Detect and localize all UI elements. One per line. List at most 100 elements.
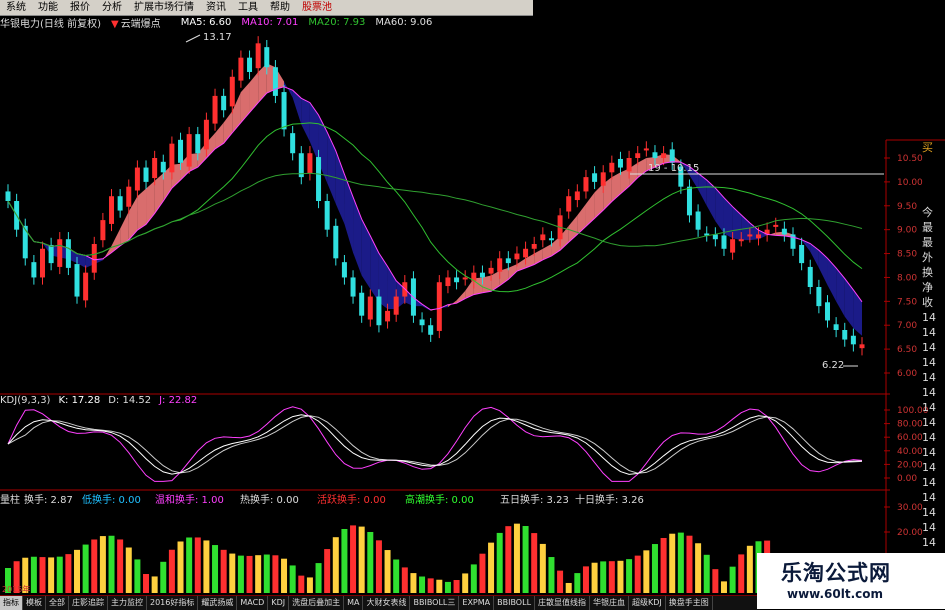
panel-row: 14 <box>922 506 936 519</box>
menu-system[interactable]: 系统 <box>0 0 32 15</box>
tab-13[interactable]: EXPMA <box>459 596 495 610</box>
panel-row: 最 <box>922 236 933 249</box>
cloud-segment <box>827 258 837 302</box>
volume-bar <box>108 535 115 593</box>
tab-1[interactable]: 模板 <box>23 596 46 610</box>
candle-body <box>100 220 106 241</box>
volume-bar <box>427 578 434 593</box>
volume-bar <box>505 526 512 593</box>
menu-news[interactable]: 资讯 <box>200 0 232 15</box>
price-annotations: 13.17 6.22 19 - 10.15 <box>185 32 884 371</box>
panel-row: 14 <box>922 401 936 414</box>
cloud-segment <box>249 72 259 113</box>
candle-body <box>850 335 856 345</box>
volume-bar <box>298 575 305 593</box>
tab-9[interactable]: 洗盘后叠加主 <box>289 596 345 610</box>
candle-body <box>747 234 753 237</box>
ma20-value: MA20: 7.93 <box>308 16 366 28</box>
tab-5[interactable]: 2016好指标 <box>147 596 199 610</box>
volume-bar <box>315 563 322 593</box>
tab-14[interactable]: BBIBOLL <box>494 596 536 610</box>
tab-18[interactable]: 换盘手主图 <box>666 596 713 610</box>
tab-12[interactable]: BBIBOLL三 <box>410 596 460 610</box>
tab-17[interactable]: 超级KDJ <box>629 596 666 610</box>
candle-body <box>807 266 813 287</box>
tab-0[interactable]: 指标 <box>0 596 23 610</box>
menu-extended-market[interactable]: 扩展市场行情 <box>128 0 200 15</box>
vol-legend-6: 高潮换手: 0.00 <box>405 495 474 506</box>
candle-body <box>617 158 623 168</box>
candle-body <box>367 296 373 320</box>
menu-stock-pool[interactable]: 股票池 <box>296 0 338 15</box>
price-tick-label: 8.50 <box>897 250 917 260</box>
volume-bar <box>660 537 667 593</box>
candle-body <box>738 239 744 242</box>
tab-6[interactable]: 耀武扬威 <box>198 596 238 610</box>
tab-11[interactable]: 大财女表线 <box>363 596 411 610</box>
volume-bar <box>367 531 374 593</box>
volume-bar <box>91 539 98 593</box>
menu-function[interactable]: 功能 <box>32 0 64 15</box>
price-tick-label: 10.00 <box>897 178 923 188</box>
vol-tick-label: 30.00 <box>897 503 923 513</box>
menu-analysis[interactable]: 分析 <box>96 0 128 15</box>
tab-4[interactable]: 主力监控 <box>108 596 147 610</box>
price-tick-label: 10.50 <box>897 154 923 164</box>
candle-body <box>574 191 580 201</box>
candle-body <box>730 239 736 253</box>
tab-10[interactable]: MA <box>344 596 364 610</box>
moving-averages <box>7 86 863 311</box>
formula-tabs: 指标 模板 全部 庄影追踪 主力监控 2016好指标 耀武扬威 MACD KDJ 洗盘后叠加主 MA… <box>0 595 760 610</box>
volume-bar <box>651 544 658 593</box>
tab-8[interactable]: KDJ <box>268 596 290 610</box>
volume-bar <box>479 553 486 593</box>
candle-body <box>479 272 485 278</box>
panel-row: 14 <box>922 341 936 354</box>
candle-body <box>686 186 692 216</box>
tab-16[interactable]: 华银庄血 <box>590 596 630 610</box>
panel-row: 买 <box>922 141 933 154</box>
indicator-label: ▼ 云端爆点 <box>111 15 171 30</box>
volume-bar <box>255 555 262 593</box>
candle-body <box>203 119 209 150</box>
candle-body <box>341 262 347 278</box>
volume-bar <box>557 570 564 593</box>
volume-bar <box>151 576 158 593</box>
volume-bar <box>263 554 270 593</box>
volume-bar <box>99 536 106 593</box>
candle-body <box>238 57 244 81</box>
candle-body <box>781 228 787 235</box>
volume-bar <box>237 555 244 593</box>
volume-legend: 量柱 换手: 2.87 低换手: 0.00 温和换手: 1.00 热换手: 0.… <box>0 491 883 506</box>
menu-help[interactable]: 帮助 <box>264 0 296 15</box>
menu-quote[interactable]: 报价 <box>64 0 96 15</box>
candle-body <box>281 92 287 130</box>
tab-2[interactable]: 全部 <box>46 596 69 610</box>
candle-body <box>514 253 520 260</box>
cloud-segment <box>137 188 147 231</box>
candle-body <box>669 149 675 163</box>
candle-body <box>773 224 779 227</box>
vol-legend-7: 五日换手: 3.23 <box>500 495 569 506</box>
tab-15[interactable]: 庄散显值线指 <box>535 596 591 610</box>
candle-body <box>221 95 227 111</box>
candle-body <box>350 277 356 297</box>
candle-body <box>195 134 201 154</box>
cloud-segment <box>146 180 155 225</box>
volume-bar <box>548 557 555 593</box>
volume-bar <box>410 573 417 593</box>
candle-body <box>842 330 848 340</box>
panel-row: 14 <box>922 536 936 549</box>
volume-bar <box>419 576 426 593</box>
panel-row: 14 <box>922 476 936 489</box>
tab-7[interactable]: MACD <box>237 596 269 610</box>
price-tick-label: 7.50 <box>897 297 917 307</box>
menu-tools[interactable]: 工具 <box>232 0 264 15</box>
tab-3[interactable]: 庄影追踪 <box>69 596 108 610</box>
volume-bar <box>591 562 598 593</box>
candle-body <box>436 282 442 331</box>
volume-bar <box>401 567 408 593</box>
volume-bar <box>134 559 141 593</box>
chart-canvas[interactable]: 2015年 10.50 10.00 9.50 9.00 8.50 8.00 7.50 7.00… <box>0 0 945 609</box>
candle-body <box>859 344 865 349</box>
